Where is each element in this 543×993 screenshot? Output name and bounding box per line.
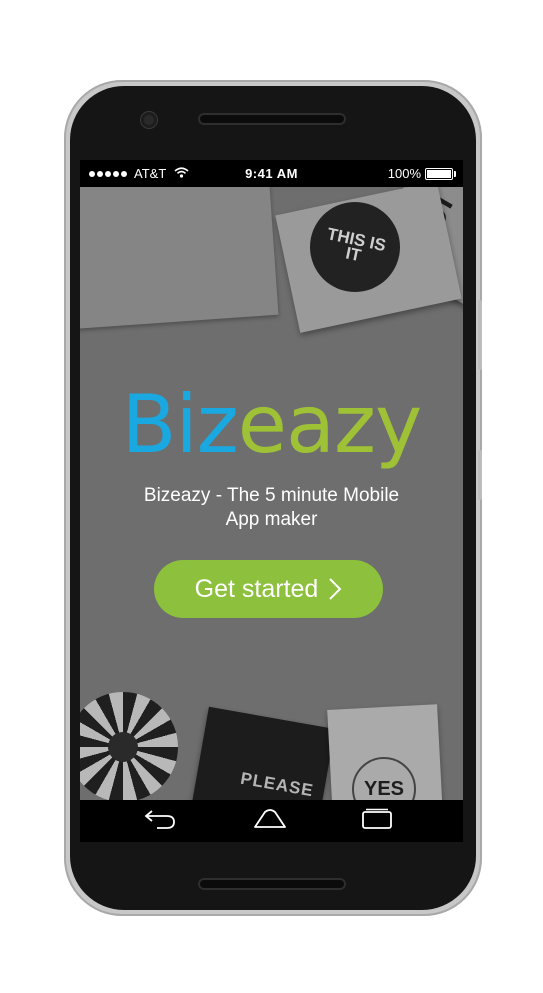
background-lollipop (80, 692, 178, 800)
bottom-speaker (198, 878, 346, 890)
recents-button[interactable] (355, 806, 399, 836)
sticker-text: THIS IS IT (325, 224, 388, 266)
front-camera (141, 112, 157, 128)
screen: AT&T 9:41 AM 100% 5 IM THIS IS IT (80, 160, 463, 842)
home-icon (252, 808, 288, 835)
back-icon (143, 808, 177, 835)
battery-level (427, 169, 451, 178)
tagline-line-2: App maker (225, 509, 318, 530)
app-logo: Bizeazy (80, 385, 463, 465)
status-right: 100% (387, 166, 456, 181)
recents-icon (360, 808, 394, 835)
home-button[interactable] (248, 806, 292, 836)
power-button (478, 450, 482, 500)
tagline: Bizeazy - The 5 minute Mobile App maker (110, 484, 433, 532)
status-bar: AT&T 9:41 AM 100% (80, 160, 463, 187)
logo-part-eazy: eazy (237, 378, 423, 471)
background-paper (80, 187, 279, 329)
battery-icon (425, 167, 456, 180)
volume-button (478, 300, 482, 370)
app-view: 5 IM THIS IS IT PLEASE YES Bizeazy Bizea… (80, 187, 463, 800)
navigation-bar (80, 800, 463, 842)
yes-text: YES (363, 777, 405, 800)
battery-percent: 100% (387, 166, 421, 181)
back-button[interactable] (138, 806, 182, 836)
background-sticker: THIS IS IT (310, 202, 400, 292)
logo-part-biz: Biz (121, 378, 239, 471)
chevron-right-icon (328, 577, 342, 601)
tagline-line-1: Bizeazy - The 5 minute Mobile (143, 485, 400, 506)
top-speaker (198, 113, 346, 125)
get-started-label: Get started (194, 574, 319, 603)
get-started-button[interactable]: Get started (154, 560, 383, 618)
